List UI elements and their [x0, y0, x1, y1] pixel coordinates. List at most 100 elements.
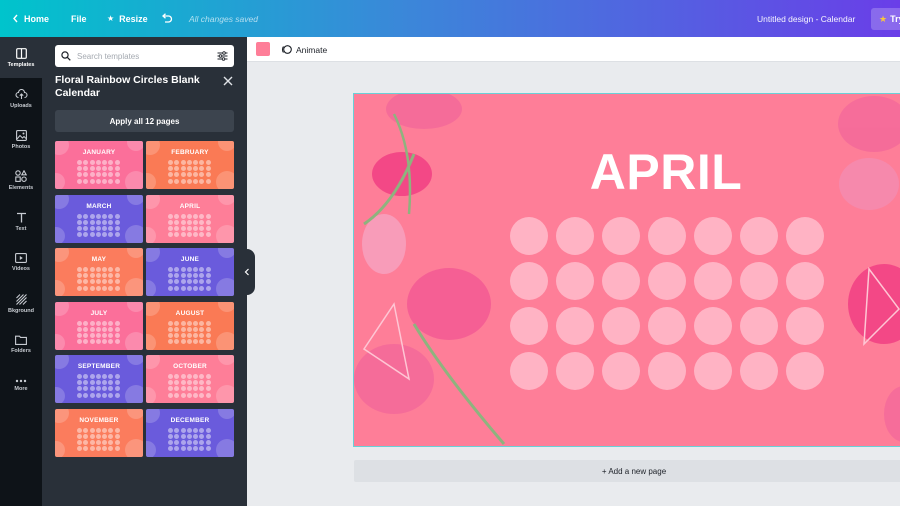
date-circle[interactable] — [740, 307, 778, 345]
rail-videos[interactable]: Videos — [0, 242, 42, 283]
date-dot — [186, 279, 192, 285]
date-dot — [186, 285, 192, 291]
rail-background[interactable]: Bkground — [0, 283, 42, 324]
date-circle[interactable] — [556, 262, 594, 300]
date-circle[interactable] — [786, 217, 824, 255]
resize-button[interactable]: ★ Resize — [107, 0, 148, 37]
template-thumbnail[interactable]: MARCH — [55, 194, 143, 243]
date-circle[interactable] — [740, 262, 778, 300]
flower-decoration — [146, 173, 156, 189]
date-dot — [193, 332, 199, 338]
animate-button[interactable]: Animate — [281, 37, 327, 62]
template-thumbnail[interactable]: MAY — [55, 248, 143, 296]
rail-folders[interactable]: Folders — [0, 324, 42, 365]
date-dot — [180, 446, 186, 452]
close-icon[interactable] — [222, 75, 234, 87]
template-month-label: JUNE — [180, 256, 200, 263]
template-date-dots — [77, 160, 121, 184]
filter-icon[interactable] — [217, 51, 228, 61]
flower-decoration — [55, 440, 65, 457]
file-menu[interactable]: File — [71, 0, 87, 37]
flower-decoration — [216, 224, 234, 243]
rail-videos-label: Videos — [12, 266, 30, 272]
date-dot — [174, 339, 180, 345]
date-circle[interactable] — [602, 352, 640, 390]
rail-photos[interactable]: Photos — [0, 119, 42, 160]
template-thumbnail[interactable]: APRIL — [146, 194, 234, 243]
add-page-button[interactable]: + Add a new page — [354, 460, 900, 482]
date-dot — [77, 225, 82, 231]
date-circle[interactable] — [556, 217, 594, 255]
undo-button[interactable] — [161, 0, 173, 37]
file-label: File — [71, 13, 87, 24]
date-dot — [83, 433, 89, 439]
date-circle[interactable] — [740, 217, 778, 255]
date-circle[interactable] — [510, 262, 548, 300]
date-circle[interactable] — [648, 352, 686, 390]
home-button[interactable]: Home — [12, 0, 49, 37]
date-circle[interactable] — [510, 217, 548, 255]
date-dot — [114, 439, 120, 445]
date-circle[interactable] — [694, 217, 732, 255]
date-circle[interactable] — [556, 352, 594, 390]
template-thumbnail[interactable]: JANUARY — [55, 141, 143, 189]
date-circle[interactable] — [602, 217, 640, 255]
try-pro-button[interactable]: ★ Try — [871, 8, 900, 30]
template-search[interactable] — [55, 45, 234, 67]
rail-elements[interactable]: Elements — [0, 160, 42, 201]
rail-text[interactable]: Text — [0, 201, 42, 242]
rail-uploads[interactable]: Uploads — [0, 78, 42, 119]
date-dot — [95, 273, 101, 279]
date-dot — [193, 392, 199, 398]
date-dot — [83, 285, 89, 291]
month-title[interactable]: APRIL — [586, 142, 746, 202]
date-circle[interactable] — [694, 307, 732, 345]
date-circle[interactable] — [602, 307, 640, 345]
date-dot — [174, 392, 180, 398]
date-circle[interactable] — [694, 262, 732, 300]
date-circle[interactable] — [648, 217, 686, 255]
search-input[interactable] — [77, 51, 211, 61]
template-thumbnail[interactable]: JUNE — [146, 248, 234, 296]
rail-templates[interactable]: Templates — [0, 37, 42, 78]
date-dot — [102, 439, 108, 445]
apply-all-pages-button[interactable]: Apply all 12 pages — [55, 110, 234, 132]
template-thumbnail[interactable]: OCTOBER — [146, 355, 234, 403]
template-thumbnail[interactable]: FEBRUARY — [146, 141, 234, 189]
template-thumbnail[interactable]: JULY — [55, 301, 143, 350]
date-circle[interactable] — [556, 307, 594, 345]
resize-label: Resize — [119, 13, 148, 24]
date-circle[interactable] — [786, 262, 824, 300]
date-dot — [186, 213, 192, 219]
date-dot — [108, 232, 114, 238]
date-dot — [193, 446, 199, 452]
date-dot — [193, 178, 199, 184]
date-circle[interactable] — [694, 352, 732, 390]
date-circle[interactable] — [602, 262, 640, 300]
date-circle[interactable] — [786, 352, 824, 390]
date-dot — [180, 339, 186, 345]
date-dot — [108, 427, 114, 433]
date-circle[interactable] — [648, 307, 686, 345]
date-circle[interactable] — [740, 352, 778, 390]
animate-label: Animate — [296, 44, 328, 55]
template-date-dots — [168, 427, 212, 452]
template-thumbnail[interactable]: NOVEMBER — [55, 408, 143, 457]
date-circle[interactable] — [786, 307, 824, 345]
date-dot — [108, 166, 114, 172]
date-circle[interactable] — [648, 262, 686, 300]
date-circle[interactable] — [510, 307, 548, 345]
rail-more[interactable]: More — [0, 365, 42, 406]
template-thumbnail[interactable]: DECEMBER — [146, 408, 234, 457]
date-circle[interactable] — [510, 352, 548, 390]
flower-decoration — [125, 331, 143, 350]
date-dot — [89, 172, 95, 178]
date-dot — [83, 326, 89, 332]
color-swatch[interactable] — [256, 42, 270, 56]
template-thumbnail[interactable]: AUGUST — [146, 301, 234, 350]
template-thumbnail[interactable]: SEPTEMBER — [55, 355, 143, 403]
date-dot — [205, 267, 211, 272]
design-canvas[interactable]: APRIL — [353, 93, 900, 447]
design-title[interactable]: Untitled design - Calendar — [757, 0, 855, 37]
collapse-panel-button[interactable] — [240, 249, 255, 295]
